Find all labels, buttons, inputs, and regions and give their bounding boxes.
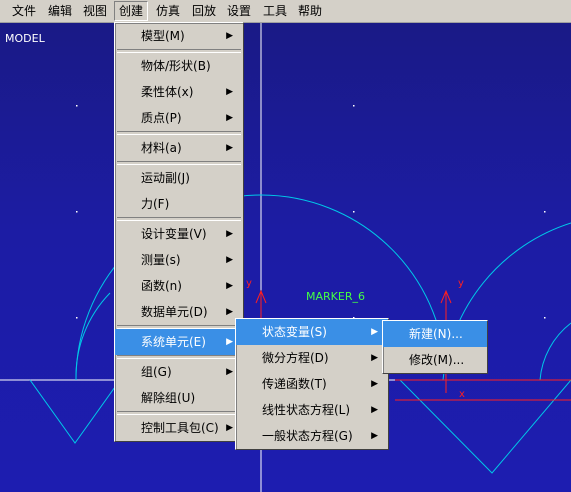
create-menu-item-label: 模型(M) bbox=[141, 29, 185, 43]
create-menu-item-label: 解除组(U) bbox=[141, 391, 196, 405]
state-menu-item-0[interactable]: 新建(N)... bbox=[383, 321, 487, 347]
create-menu-item-14[interactable]: 数据单元(D) ▶ bbox=[115, 299, 243, 325]
create-menu-item-13[interactable]: 函数(n) ▶ bbox=[115, 273, 243, 299]
create-menu-item-4[interactable]: 质点(P) ▶ bbox=[115, 105, 243, 131]
create-menu-item-label: 控制工具包(C) bbox=[141, 421, 219, 435]
state-menu-item-label: 新建(N)... bbox=[409, 327, 463, 341]
create-menu-item-11[interactable]: 设计变量(V) ▶ bbox=[115, 221, 243, 247]
submenu-arrow-icon: ▶ bbox=[371, 327, 378, 337]
submenu-arrow-icon: ▶ bbox=[226, 255, 233, 265]
system-menu-item-label: 一般状态方程(G) bbox=[262, 429, 353, 443]
axis-label-y1: y bbox=[246, 278, 252, 289]
create-menu-item-19[interactable]: 解除组(U) bbox=[115, 385, 243, 411]
create-menu-item-2[interactable]: 物体/形状(B) bbox=[115, 53, 243, 79]
create-menu-item-16[interactable]: 系统单元(E) ▶ bbox=[115, 329, 243, 355]
submenu-arrow-icon: ▶ bbox=[226, 87, 233, 97]
submenu-arrow-icon: ▶ bbox=[226, 307, 233, 317]
submenu-arrow-icon: ▶ bbox=[371, 379, 378, 389]
menu-bar: 文件 编辑 视图 创建 仿真 回放 设置 工具 帮助 bbox=[0, 0, 571, 23]
create-menu-item-label: 物体/形状(B) bbox=[141, 59, 211, 73]
menu-simulate[interactable]: 仿真 bbox=[152, 2, 184, 20]
create-menu-item-label: 测量(s) bbox=[141, 253, 181, 267]
submenu-arrow-icon: ▶ bbox=[226, 143, 233, 153]
create-menu-item-label: 系统单元(E) bbox=[141, 335, 206, 349]
system-menu-item-label: 状态变量(S) bbox=[262, 325, 327, 339]
menu-create[interactable]: 创建 bbox=[114, 1, 149, 21]
submenu-arrow-icon: ▶ bbox=[226, 423, 233, 433]
system-menu-item-label: 传递函数(T) bbox=[262, 377, 327, 391]
system-element-submenu: 状态变量(S) ▶ 微分方程(D) ▶ 传递函数(T) ▶ 线性状态方程(L) ▶ 一般状态方程… bbox=[235, 318, 389, 450]
system-menu-item-label: 微分方程(D) bbox=[262, 351, 329, 365]
create-menu-item-label: 组(G) bbox=[141, 365, 172, 379]
system-menu-item-3[interactable]: 线性状态方程(L) ▶ bbox=[236, 397, 388, 423]
submenu-arrow-icon: ▶ bbox=[371, 405, 378, 415]
create-menu-item-label: 材料(a) bbox=[141, 141, 182, 155]
submenu-arrow-icon: ▶ bbox=[226, 31, 233, 41]
state-menu-item-label: 修改(M)... bbox=[409, 353, 465, 367]
menu-view[interactable]: 视图 bbox=[79, 2, 111, 20]
create-menu-item-9[interactable]: 力(F) bbox=[115, 191, 243, 217]
create-dropdown-menu: 模型(M) ▶ 物体/形状(B) 柔性体(x) ▶ 质点(P) ▶ 材料(a) ▶ 运动副(J) 力… bbox=[114, 22, 244, 442]
system-menu-item-4[interactable]: 一般状态方程(G) ▶ bbox=[236, 423, 388, 449]
menu-replay[interactable]: 回放 bbox=[188, 2, 220, 20]
create-menu-item-12[interactable]: 测量(s) ▶ bbox=[115, 247, 243, 273]
system-menu-item-label: 线性状态方程(L) bbox=[262, 403, 351, 417]
submenu-arrow-icon: ▶ bbox=[226, 229, 233, 239]
state-menu-item-1[interactable]: 修改(M)... bbox=[383, 347, 487, 373]
axis-label-y2: y bbox=[458, 278, 464, 289]
create-menu-item-3[interactable]: 柔性体(x) ▶ bbox=[115, 79, 243, 105]
create-menu-item-label: 运动副(J) bbox=[141, 171, 190, 185]
model-name-label: MODEL bbox=[5, 32, 45, 45]
submenu-arrow-icon: ▶ bbox=[371, 353, 378, 363]
create-menu-item-6[interactable]: 材料(a) ▶ bbox=[115, 135, 243, 161]
system-menu-item-0[interactable]: 状态变量(S) ▶ bbox=[236, 319, 388, 345]
create-menu-item-8[interactable]: 运动副(J) bbox=[115, 165, 243, 191]
submenu-arrow-icon: ▶ bbox=[226, 281, 233, 291]
create-menu-item-0[interactable]: 模型(M) ▶ bbox=[115, 23, 243, 49]
create-menu-item-label: 质点(P) bbox=[141, 111, 182, 125]
marker-label: MARKER_6 bbox=[306, 290, 365, 303]
menu-file[interactable]: 文件 bbox=[8, 2, 40, 20]
system-menu-item-1[interactable]: 微分方程(D) ▶ bbox=[236, 345, 388, 371]
menu-tools[interactable]: 工具 bbox=[259, 2, 291, 20]
create-menu-item-21[interactable]: 控制工具包(C) ▶ bbox=[115, 415, 243, 441]
create-menu-item-label: 数据单元(D) bbox=[141, 305, 208, 319]
menu-help[interactable]: 帮助 bbox=[294, 2, 326, 20]
create-menu-item-label: 设计变量(V) bbox=[141, 227, 207, 241]
system-menu-item-2[interactable]: 传递函数(T) ▶ bbox=[236, 371, 388, 397]
axis-label-x: x bbox=[459, 389, 465, 400]
menu-settings[interactable]: 设置 bbox=[223, 2, 255, 20]
submenu-arrow-icon: ▶ bbox=[226, 367, 233, 377]
create-menu-item-18[interactable]: 组(G) ▶ bbox=[115, 359, 243, 385]
submenu-arrow-icon: ▶ bbox=[226, 113, 233, 123]
create-menu-item-label: 力(F) bbox=[141, 197, 170, 211]
create-menu-item-label: 柔性体(x) bbox=[141, 85, 194, 99]
create-menu-item-label: 函数(n) bbox=[141, 279, 182, 293]
submenu-arrow-icon: ▶ bbox=[226, 337, 233, 347]
state-variable-submenu: 新建(N)... 修改(M)... bbox=[382, 320, 488, 374]
submenu-arrow-icon: ▶ bbox=[371, 431, 378, 441]
menu-edit[interactable]: 编辑 bbox=[44, 2, 76, 20]
